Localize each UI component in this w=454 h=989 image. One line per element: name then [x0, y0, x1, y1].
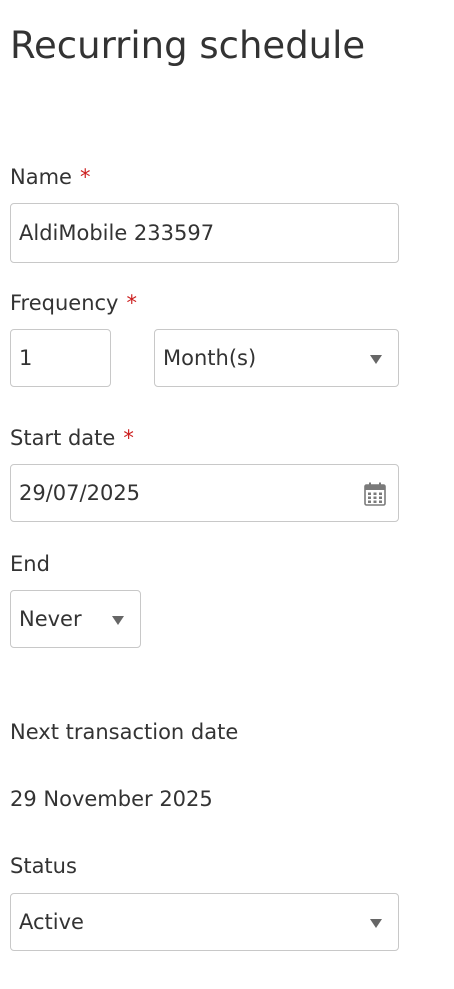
start-date-label: Start date *	[10, 426, 134, 450]
status-select[interactable]: Active	[10, 893, 399, 951]
frequency-unit-select[interactable]: Month(s)	[154, 329, 399, 387]
frequency-interval-value: 1	[19, 346, 33, 370]
calendar-icon[interactable]	[364, 482, 386, 506]
chevron-down-icon	[370, 355, 382, 364]
status-label-text: Status	[10, 854, 77, 878]
next-transaction-value: 29 November 2025	[10, 787, 213, 811]
end-select-value: Never	[19, 607, 82, 631]
required-marker: *	[123, 426, 134, 450]
required-marker: *	[79, 165, 91, 189]
end-label: End	[10, 552, 50, 576]
chevron-down-icon	[112, 616, 124, 625]
name-label: Name *	[10, 165, 90, 189]
required-marker: *	[126, 291, 138, 315]
next-transaction-label: Next transaction date	[10, 720, 239, 744]
name-label-text: Name	[10, 165, 72, 189]
frequency-interval-input[interactable]: 1	[10, 329, 111, 387]
frequency-label: Frequency *	[10, 291, 137, 315]
start-date-label-text: Start date	[10, 426, 116, 450]
name-input-value: AldiMobile 233597	[19, 221, 215, 245]
chevron-down-icon	[370, 919, 382, 928]
start-date-input[interactable]: 29/07/2025	[10, 464, 399, 522]
frequency-label-text: Frequency	[10, 291, 119, 315]
end-select[interactable]: Never	[10, 590, 141, 648]
page-title: Recurring schedule	[10, 24, 366, 67]
name-input[interactable]: AldiMobile 233597	[10, 203, 399, 263]
end-label-text: End	[10, 552, 50, 576]
status-select-value: Active	[19, 910, 84, 934]
status-label: Status	[10, 854, 77, 878]
start-date-value: 29/07/2025	[19, 481, 141, 505]
frequency-unit-value: Month(s)	[163, 346, 257, 370]
